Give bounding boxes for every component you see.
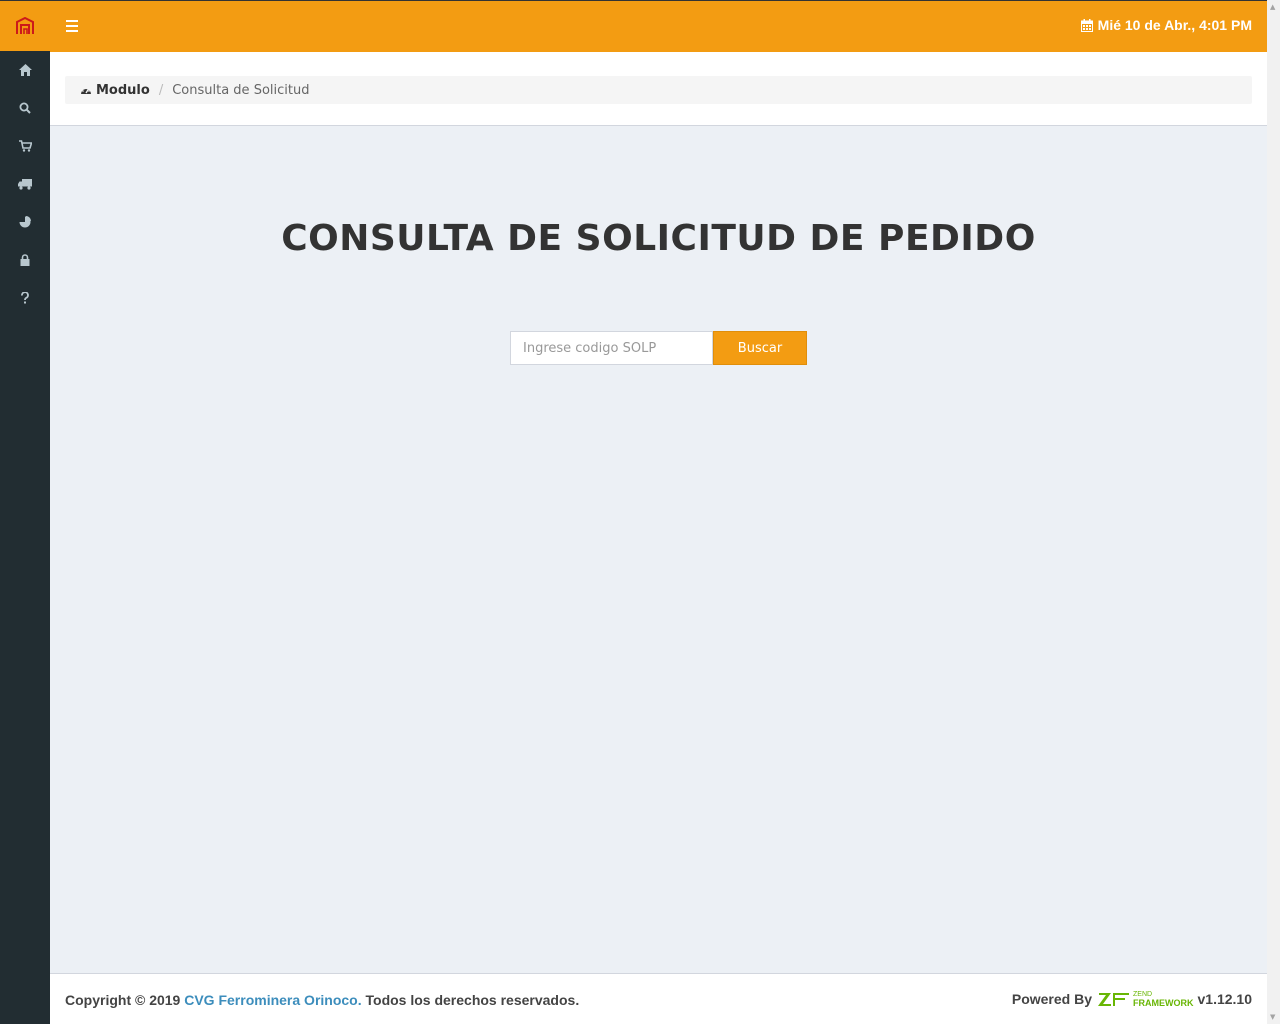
home-icon [18, 64, 32, 76]
sidebar-item-security[interactable] [0, 241, 50, 279]
truck-icon [18, 178, 32, 190]
breadcrumb-separator: / [158, 82, 164, 98]
pie-chart-icon [19, 216, 31, 228]
footer-powered: Powered By ZEND FRAMEWORK v1.12.10 [1011, 991, 1253, 1008]
cart-icon [18, 140, 32, 152]
copyright-prefix: Copyright © 2019 [65, 992, 181, 1008]
version-label: v1.12.10 [1197, 991, 1253, 1007]
scroll-down-icon[interactable]: ▼ [1270, 1013, 1275, 1021]
zend-framework-logo: ZEND FRAMEWORK [1098, 991, 1194, 1008]
hamburger-icon[interactable] [66, 20, 78, 32]
breadcrumb-home-label: Modulo [96, 82, 150, 98]
footer: Copyright © 2019 CVG Ferrominera Orinoco… [50, 973, 1267, 1024]
search-icon [19, 102, 31, 114]
page-title: CONSULTA DE SOLICITUD DE PEDIDO [281, 218, 1036, 259]
top-navbar: Mié 10 de Abr., 4:01 PM [50, 0, 1267, 52]
header-datetime: Mié 10 de Abr., 4:01 PM [1080, 17, 1252, 33]
sidebar-item-home[interactable] [0, 51, 50, 89]
solp-search-form: Buscar [510, 331, 807, 365]
zend-big-text: FRAMEWORK [1133, 998, 1194, 1008]
ferrominera-logo-icon [16, 17, 34, 34]
main-content: CONSULTA DE SOLICITUD DE PEDIDO Buscar [50, 126, 1267, 973]
calendar-icon [1080, 18, 1093, 32]
datetime-text: Mié 10 de Abr., 4:01 PM [1097, 17, 1252, 33]
company-link[interactable]: CVG Ferrominera Orinoco. [184, 992, 361, 1008]
powered-by-label: Powered By [1011, 991, 1092, 1007]
vertical-scrollbar[interactable]: ▲ ▼ [1267, 0, 1280, 1024]
question-icon [21, 292, 29, 304]
solp-code-input[interactable] [510, 331, 713, 365]
footer-copyright: Copyright © 2019 CVG Ferrominera Orinoco… [65, 992, 579, 1008]
dashboard-icon [81, 87, 91, 94]
sidebar-item-help[interactable] [0, 279, 50, 317]
rights-text: Todos los derechos reservados. [365, 992, 580, 1008]
scroll-up-icon[interactable]: ▲ [1270, 3, 1275, 11]
sidebar-item-search[interactable] [0, 89, 50, 127]
search-button[interactable]: Buscar [713, 331, 807, 365]
breadcrumb-home[interactable]: Modulo [80, 83, 150, 98]
breadcrumb-current: Consulta de Solicitud [172, 82, 310, 98]
sidebar-item-cart[interactable] [0, 127, 50, 165]
sidebar-item-reports[interactable] [0, 203, 50, 241]
breadcrumb: Modulo / Consulta de Solicitud [65, 76, 1252, 104]
content-header: Modulo / Consulta de Solicitud [50, 52, 1267, 126]
lock-icon [20, 254, 30, 266]
logo-box[interactable] [0, 0, 50, 51]
sidebar-item-truck[interactable] [0, 165, 50, 203]
sidebar [0, 0, 50, 1024]
zend-logo-icon [1098, 992, 1129, 1006]
